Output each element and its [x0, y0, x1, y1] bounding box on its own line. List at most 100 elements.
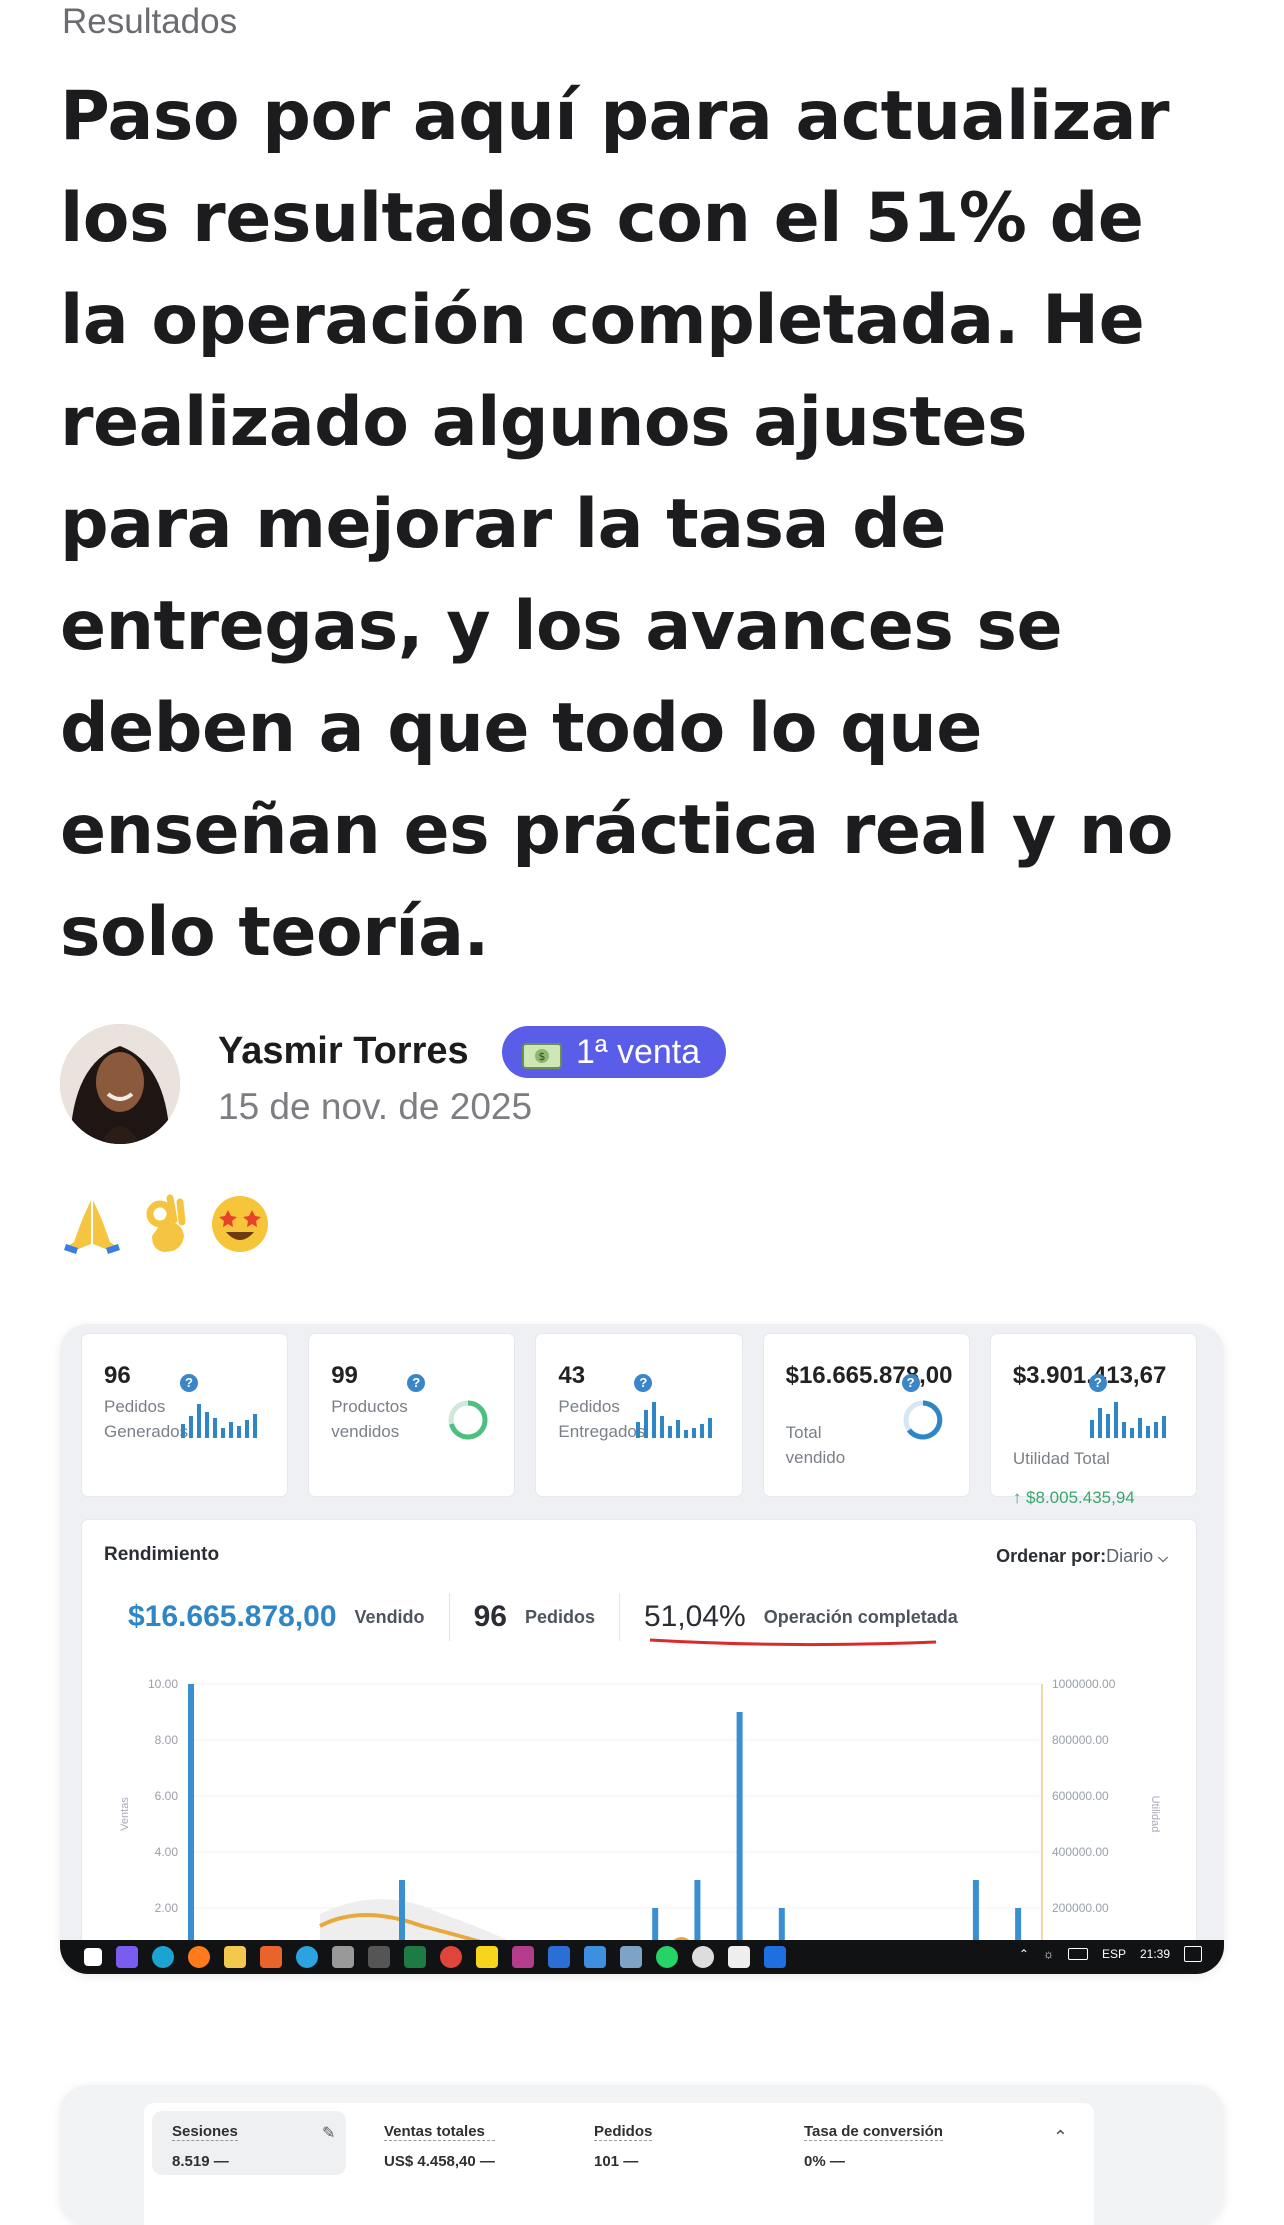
- start-icon[interactable]: [84, 1948, 102, 1966]
- telegram-icon[interactable]: [296, 1946, 318, 1968]
- y2-tick-label: 600000.00: [1052, 1789, 1109, 1803]
- badge-label: 1ª venta: [576, 1032, 701, 1071]
- kpi-card-orders-generated: 96 ? Pedidos Generados: [82, 1334, 288, 1496]
- kpi-label: Total vendido: [785, 1423, 846, 1467]
- notepad-icon[interactable]: [728, 1946, 750, 1968]
- avatar[interactable]: [60, 1024, 180, 1144]
- photos-icon[interactable]: [584, 1946, 606, 1968]
- chart-bar: [188, 1684, 194, 1964]
- office-icon[interactable]: [260, 1946, 282, 1968]
- notifications-icon[interactable]: [1184, 1946, 1202, 1962]
- edge-icon[interactable]: [152, 1946, 174, 1968]
- edit-icon[interactable]: ✎: [322, 2123, 335, 2143]
- y-axis-title: Ventas: [119, 1797, 131, 1831]
- help-icon[interactable]: ?: [180, 1374, 198, 1392]
- chart-bar: [736, 1712, 743, 1964]
- star-struck-icon: [212, 1196, 268, 1252]
- kpi-label: Utilidad Total: [1012, 1449, 1110, 1468]
- calendar-icon[interactable]: [548, 1946, 570, 1968]
- ring-icon: [448, 1400, 488, 1440]
- stat-label: Tasa de conversión: [804, 2123, 943, 2141]
- red-underline-annotation: [649, 1638, 937, 1647]
- excel-icon[interactable]: [404, 1946, 426, 1968]
- taskbar-apps: [84, 1946, 786, 1968]
- completion-value: 51,04%: [643, 1600, 746, 1633]
- kpi-value: 99: [331, 1362, 358, 1389]
- kpi-value: $3.901.413,67: [1012, 1362, 1167, 1389]
- post-title: Paso por aquí para actualizar los result…: [60, 77, 1174, 972]
- kpi-label: Productos vendidos: [331, 1397, 408, 1441]
- y-tick-label: 6.00: [155, 1789, 179, 1803]
- y2-tick-label: 1000000.00: [1052, 1677, 1116, 1691]
- whatsapp-icon[interactable]: [656, 1946, 678, 1968]
- stat-sessions[interactable]: Sesiones 8.519 —: [172, 2123, 238, 2170]
- section-label: Resultados: [62, 2, 238, 41]
- widgets-icon[interactable]: [116, 1946, 138, 1968]
- notes-icon[interactable]: [476, 1946, 498, 1968]
- analytics-screenshot[interactable]: Sesiones 8.519 — ✎ Ventas totales US$ 4.…: [60, 2085, 1224, 2225]
- stat-value: US$ 4.458,40 —: [384, 2153, 495, 2170]
- orders-value: 96: [473, 1600, 507, 1633]
- calculator-icon[interactable]: [368, 1946, 390, 1968]
- stat-value: 0% —: [804, 2153, 845, 2170]
- battery-icon[interactable]: [1067, 1948, 1088, 1960]
- author-block: Yasmir Torres $ 1ª venta 15 de nov. de 2…: [60, 1024, 1260, 1146]
- bar-sparkline-icon: [181, 1404, 258, 1438]
- stat-conversion-rate[interactable]: Tasa de conversión 0% —: [804, 2123, 943, 2170]
- stat-total-sales[interactable]: Ventas totales US$ 4.458,40 —: [384, 2123, 495, 2170]
- chevron-down-icon: ⌵: [1158, 1550, 1168, 1565]
- money-icon: $: [522, 1039, 562, 1069]
- analytics-stats: Sesiones 8.519 — ✎ Ventas totales US$ 4.…: [144, 2103, 1094, 2225]
- stat-orders[interactable]: Pedidos 101 —: [594, 2123, 653, 2170]
- chevron-up-icon[interactable]: ⌃: [1053, 2127, 1068, 2148]
- kpi-card-products-sold: 99 ? Productos vendidos: [309, 1334, 515, 1496]
- winrar-icon[interactable]: [512, 1946, 534, 1968]
- sort-dropdown[interactable]: Ordenar por:Diario ⌵: [996, 1546, 1168, 1567]
- post-date: 15 de nov. de 2025: [218, 1086, 533, 1127]
- windows-taskbar: ⌃ ☼ ESP 21:39: [60, 1940, 1224, 1974]
- orders-label: Pedidos: [524, 1606, 595, 1627]
- chrome-icon[interactable]: [440, 1946, 462, 1968]
- language-indicator[interactable]: ESP: [1102, 1947, 1126, 1961]
- firefox-icon[interactable]: [188, 1946, 210, 1968]
- performance-panel: Rendimiento Ordenar por:Diario ⌵ $16.665…: [82, 1520, 1196, 1974]
- usb-icon[interactable]: [332, 1946, 354, 1968]
- help-icon[interactable]: ?: [901, 1374, 920, 1392]
- shield-icon[interactable]: [692, 1946, 714, 1968]
- y2-tick-label: 800000.00: [1052, 1733, 1109, 1747]
- reactions: [60, 1192, 272, 1256]
- stat-value: 101 —: [594, 2153, 639, 2170]
- author-name[interactable]: Yasmir Torres: [218, 1030, 469, 1073]
- stat-label: Sesiones: [172, 2123, 238, 2141]
- kpi-value: $16.665.878,00: [785, 1362, 953, 1389]
- kpi-card-total-sold: $16.665.878,00 ? Total vendido: [763, 1334, 969, 1496]
- bar-sparkline-icon: [635, 1402, 712, 1438]
- settings-icon[interactable]: [764, 1946, 786, 1968]
- system-tray: ⌃ ☼ ESP 21:39: [1019, 1946, 1202, 1962]
- sold-label: Vendido: [354, 1606, 425, 1627]
- stat-label: Ventas totales: [384, 2123, 495, 2141]
- y-tick-label: 10.00: [148, 1677, 178, 1691]
- kpi-sub-value: ↑ $8.005.435,94: [1012, 1488, 1135, 1507]
- help-icon[interactable]: ?: [1088, 1374, 1107, 1392]
- sort-value: Diario: [1106, 1546, 1154, 1566]
- divider: [618, 1593, 620, 1641]
- first-sale-badge: $ 1ª venta: [502, 1026, 727, 1078]
- sold-value: $16.665.878,00: [128, 1600, 337, 1633]
- kpi-value: 43: [558, 1362, 586, 1389]
- completion-label: Operación completada: [763, 1606, 958, 1627]
- kpi-card-total-profit: $3.901.413,67 ? Utilidad Total ↑ $8.005.…: [990, 1334, 1197, 1507]
- wifi-icon[interactable]: ☼: [1043, 1947, 1054, 1961]
- folder-icon[interactable]: [224, 1946, 246, 1968]
- dashboard-screenshot[interactable]: 96 ? Pedidos Generados 99 ? Productos ve…: [60, 1324, 1224, 1974]
- divider: [448, 1593, 450, 1641]
- y-tick-label: 8.00: [155, 1733, 179, 1747]
- chevron-up-icon[interactable]: ⌃: [1019, 1947, 1029, 1961]
- clock[interactable]: 21:39: [1140, 1947, 1170, 1961]
- y-tick-label: 2.00: [155, 1901, 179, 1915]
- performance-chart: 10.00 8.00 6.00 4.00 2.00 1000000.00 800000.0…: [119, 1677, 1161, 1966]
- kpi-card-orders-delivered: 43 ? Pedidos Entregados: [536, 1334, 742, 1496]
- stat-value: 8.519 —: [172, 2153, 229, 2170]
- mail-icon[interactable]: [620, 1946, 642, 1968]
- folded-hands-icon: [64, 1200, 120, 1254]
